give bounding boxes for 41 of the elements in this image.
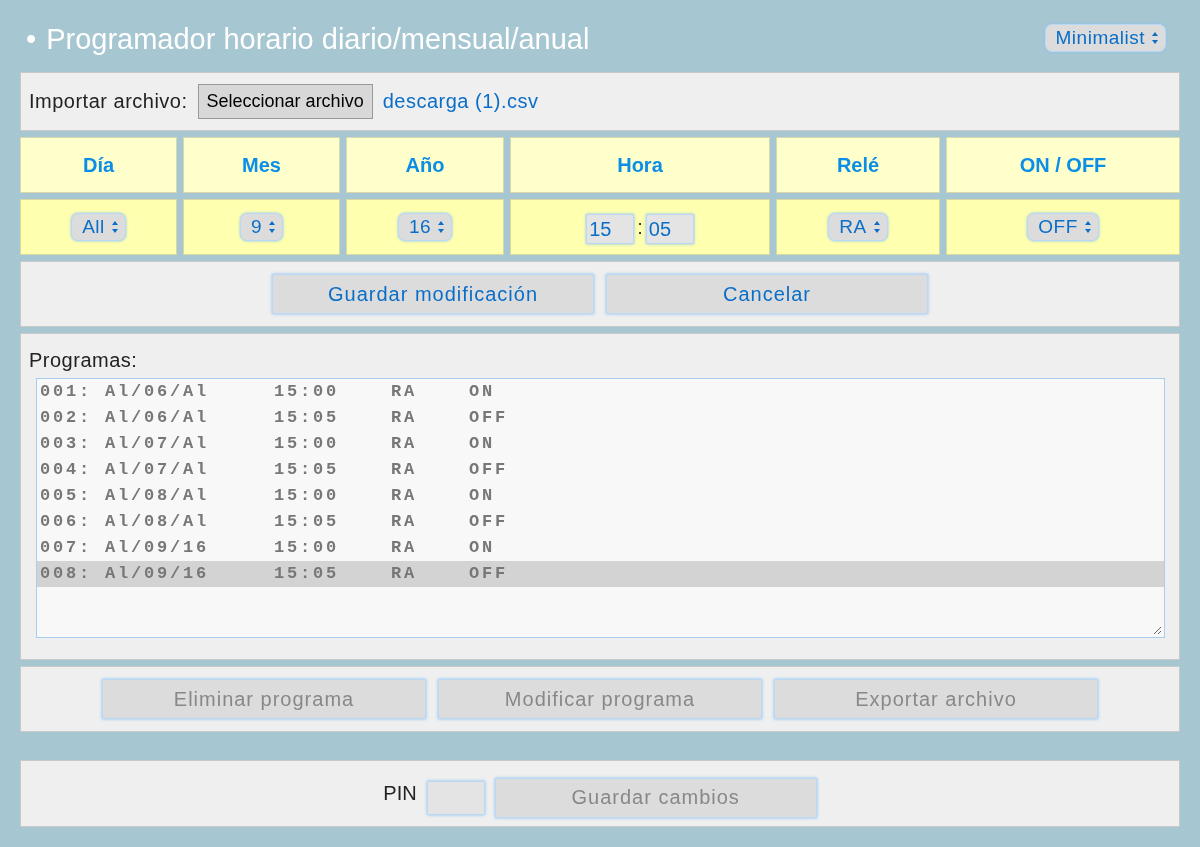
- column-header: Mes: [183, 137, 340, 193]
- program-row[interactable]: 003: Al/07/Al 15:00 RA ON: [37, 431, 1164, 457]
- resize-grip-icon: [1152, 625, 1162, 635]
- stepper-arrows-icon: [1151, 31, 1159, 45]
- action-button[interactable]: Guardar modificación: [272, 274, 594, 314]
- pin-field[interactable]: [426, 780, 485, 815]
- pin-label: PIN: [383, 782, 417, 805]
- program-row[interactable]: 001: Al/06/Al 15:00 RA ON: [37, 379, 1164, 405]
- programs-label: Programas:: [29, 348, 139, 373]
- program-row[interactable]: 008: Al/09/16 15:05 RA OFF: [37, 561, 1164, 587]
- stepper-arrows-icon: [1083, 220, 1092, 234]
- value-select[interactable]: RA: [828, 213, 888, 241]
- theme-select[interactable]: Minimalist: [1044, 24, 1166, 52]
- minute-field[interactable]: 05: [645, 214, 694, 244]
- programs-list[interactable]: [36, 378, 1165, 638]
- time-separator: :: [637, 215, 643, 239]
- file-name: descarga (1).csv: [382, 90, 539, 113]
- program-row[interactable]: 007: Al/09/16 15:00 RA ON: [37, 535, 1164, 561]
- import-label: Importar archivo:: [29, 90, 188, 113]
- program-row[interactable]: 002: Al/06/Al 15:05 RA OFF: [37, 405, 1164, 431]
- value-select[interactable]: OFF: [1027, 213, 1099, 241]
- program-row[interactable]: 006: Al/08/Al 15:05 RA OFF: [37, 509, 1164, 535]
- stepper-arrows-icon: [110, 220, 119, 234]
- stepper-arrows-icon: [268, 220, 277, 234]
- column-header: Año: [346, 137, 504, 193]
- value-select[interactable]: 16: [397, 213, 453, 241]
- action-button[interactable]: Cancelar: [606, 274, 928, 314]
- choose-file-button[interactable]: Seleccionar archivo: [197, 84, 373, 119]
- stepper-arrows-icon: [872, 220, 881, 234]
- stepper-arrows-icon: [437, 220, 446, 234]
- value-select[interactable]: All: [71, 213, 126, 241]
- program-row[interactable]: 005: Al/08/Al 15:00 RA ON: [37, 483, 1164, 509]
- program-row[interactable]: 004: Al/07/Al 15:05 RA OFF: [37, 457, 1164, 483]
- page-title: Programador horario diario/mensual/anual: [46, 21, 590, 56]
- value-select[interactable]: 9: [239, 213, 284, 241]
- column-header: Relé: [776, 137, 940, 193]
- column-header: Hora: [510, 137, 770, 193]
- column-header: Día: [20, 137, 177, 193]
- hour-field[interactable]: 15: [586, 214, 635, 244]
- column-header: ON / OFF: [946, 137, 1180, 193]
- bullet-icon: •: [26, 16, 37, 56]
